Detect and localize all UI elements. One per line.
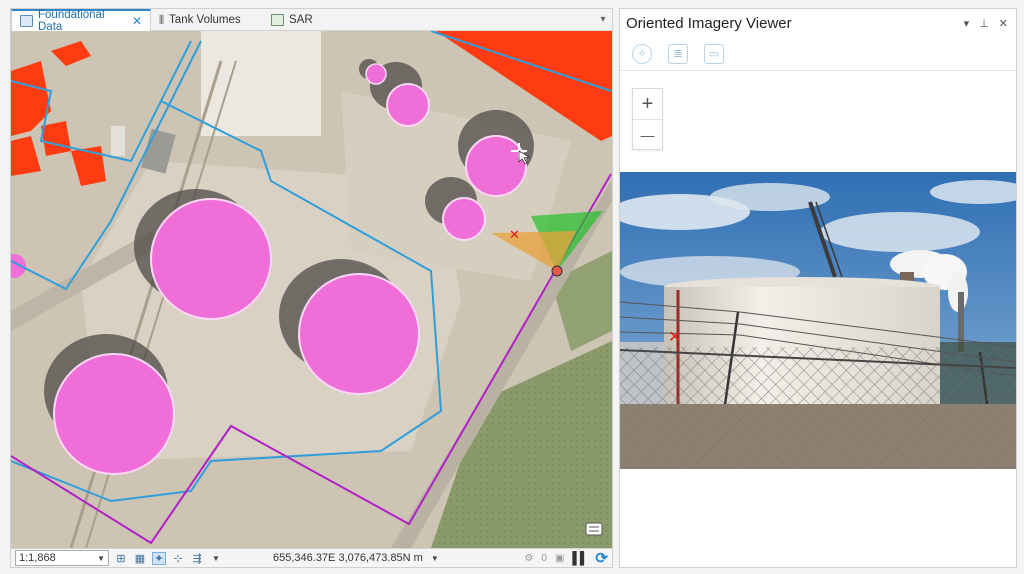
- viewer-header: Oriented Imagery Viewer ▾ ⊥ ✕: [620, 9, 1016, 37]
- refresh-icon[interactable]: ⟳: [595, 549, 608, 567]
- chevron-down-icon[interactable]: ▾: [964, 17, 970, 30]
- image-list-icon[interactable]: ≣: [668, 43, 688, 64]
- pin-icon[interactable]: ⊥: [979, 17, 989, 30]
- chevron-down-icon[interactable]: ▼: [209, 552, 223, 565]
- coordinate-readout: 655,346.37E 3,076,473.85N m: [273, 552, 423, 564]
- map-canvas[interactable]: ✕: [11, 31, 612, 548]
- viewer-toolbar: ✧ ≣ ▭: [620, 37, 1016, 71]
- concrete-pad: [201, 31, 321, 136]
- storage-tank[interactable]: [442, 197, 486, 241]
- grid-icon[interactable]: ▦: [133, 552, 147, 565]
- tab-foundational-data[interactable]: Foundational Data ✕: [11, 9, 151, 33]
- close-icon[interactable]: ✕: [999, 17, 1008, 30]
- viewer-title: Oriented Imagery Viewer: [626, 14, 792, 32]
- tank-chart-icon: ⫴: [159, 13, 165, 27]
- oriented-image[interactable]: ✕: [620, 172, 1016, 469]
- map-status-bar: 1:1,868 ▼ ⊞ ▦ ✦ ⊹ ⇶ ▼ 655,346.37E 3,076,…: [11, 548, 612, 567]
- tab-label: SAR: [289, 14, 313, 26]
- selection-icon[interactable]: ⚙: [524, 553, 533, 564]
- storage-tank[interactable]: [53, 353, 175, 475]
- navigation-icon[interactable]: ✦: [152, 551, 166, 565]
- compass-icon[interactable]: ✧: [632, 43, 652, 64]
- tab-tank-volumes[interactable]: ⫴ Tank Volumes: [151, 9, 263, 31]
- filter-icon[interactable]: ▣: [555, 553, 564, 564]
- building: [111, 126, 125, 156]
- zoom-controls: + —: [632, 88, 663, 150]
- scale-selector[interactable]: 1:1,868 ▼: [15, 550, 109, 566]
- aerial-imagery[interactable]: ✕: [11, 31, 612, 548]
- map-tab-bar: Foundational Data ✕ ⫴ Tank Volumes SAR ▾: [11, 9, 612, 33]
- map-view-pane: Foundational Data ✕ ⫴ Tank Volumes SAR ▾: [10, 8, 613, 568]
- snapping-icon[interactable]: ⊹: [171, 552, 185, 565]
- gallery-icon[interactable]: ▭: [704, 43, 724, 64]
- red-roof-building: [41, 121, 71, 156]
- chevron-down-icon[interactable]: ▾: [594, 9, 612, 30]
- scale-value: 1:1,868: [19, 552, 56, 564]
- storage-tank[interactable]: [465, 135, 527, 197]
- tab-sar[interactable]: SAR: [263, 9, 321, 31]
- oriented-imagery-viewer-pane: Oriented Imagery Viewer ▾ ⊥ ✕ ✧ ≣ ▭ + —: [619, 8, 1017, 568]
- storage-tank[interactable]: [386, 83, 430, 127]
- storage-tank[interactable]: [298, 273, 420, 395]
- tank-photo[interactable]: ✕: [620, 172, 1016, 469]
- tab-label: Tank Volumes: [169, 14, 241, 26]
- map-icon: [20, 15, 33, 27]
- storage-tank[interactable]: [150, 198, 272, 320]
- sync-icon[interactable]: ⇶: [190, 552, 204, 565]
- add-grid-icon[interactable]: ⊞: [114, 552, 128, 565]
- zoom-in-button[interactable]: +: [633, 89, 662, 119]
- storage-tank[interactable]: [365, 63, 387, 85]
- raster-icon: [271, 14, 284, 26]
- selection-count: 0: [541, 552, 547, 564]
- close-icon[interactable]: ✕: [132, 14, 142, 28]
- chevron-down-icon: ▼: [97, 553, 105, 563]
- ground-point-marker[interactable]: ✕: [509, 228, 520, 243]
- map-overview-icon[interactable]: [585, 522, 603, 536]
- tab-label: Foundational Data: [38, 9, 105, 33]
- pause-icon[interactable]: ▌▌: [572, 551, 588, 565]
- cloud: [820, 212, 980, 252]
- zoom-out-button[interactable]: —: [633, 119, 662, 149]
- ground-point-marker[interactable]: ✕: [668, 327, 681, 346]
- arcgis-pro-window: Foundational Data ✕ ⫴ Tank Volumes SAR ▾: [0, 0, 1024, 574]
- pane-controls: ▾ ⊥ ✕: [964, 17, 1016, 30]
- tab-spacer: [321, 9, 594, 30]
- status-actions: ⚙ 0 ▣ ▌▌ ⟳: [524, 549, 612, 567]
- chevron-down-icon[interactable]: ▼: [431, 554, 439, 563]
- fence-lower: [620, 404, 1016, 469]
- camera-location-marker[interactable]: [551, 265, 563, 277]
